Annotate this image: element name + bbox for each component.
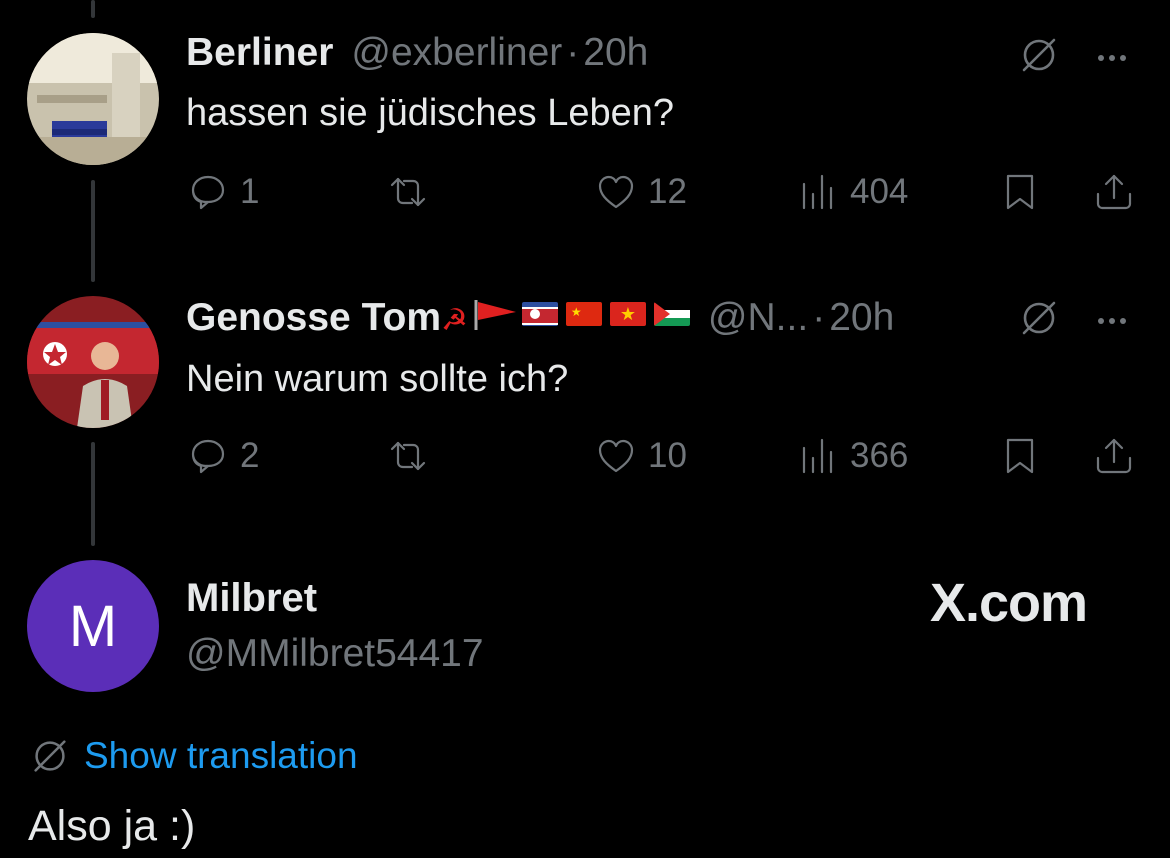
handle[interactable]: @MMilbret54417 bbox=[186, 632, 484, 676]
handle[interactable]: @exberliner bbox=[351, 31, 562, 75]
red-flag-icon bbox=[474, 300, 516, 330]
handle[interactable]: @N... bbox=[708, 296, 808, 340]
x-watermark: X.com bbox=[930, 573, 1088, 633]
tweet-berliner[interactable]: Berliner @exberliner · 20h hassen sie jü… bbox=[0, 0, 1170, 260]
view-count: 404 bbox=[850, 172, 909, 211]
reply-count: 1 bbox=[240, 172, 260, 211]
bookmark-button[interactable] bbox=[998, 170, 1042, 214]
reply-count: 2 bbox=[240, 436, 260, 475]
action-bar: 2 10 366 bbox=[186, 434, 1138, 482]
tweet-corner-actions bbox=[1016, 32, 1126, 83]
retweet-button[interactable] bbox=[386, 170, 430, 214]
share-icon bbox=[1096, 438, 1132, 474]
share-button[interactable] bbox=[1092, 170, 1136, 214]
tweet-header: Genosse Tom ☭ ★ ★ @N... · 20h bbox=[186, 294, 894, 340]
retweet-button[interactable] bbox=[386, 434, 430, 478]
name-emoji: ☭ bbox=[441, 304, 468, 337]
display-name[interactable]: Berliner bbox=[186, 31, 333, 75]
avatar[interactable]: M bbox=[27, 560, 159, 692]
display-name[interactable]: Milbret bbox=[186, 576, 317, 621]
more-icon[interactable] bbox=[1098, 317, 1126, 324]
translate-icon[interactable] bbox=[1016, 32, 1062, 83]
separator: · bbox=[812, 296, 826, 339]
like-icon bbox=[598, 175, 634, 209]
bookmark-icon bbox=[1006, 174, 1034, 210]
timestamp[interactable]: 20h bbox=[829, 296, 894, 340]
retweet-icon bbox=[390, 177, 426, 207]
translate-icon[interactable] bbox=[1016, 295, 1062, 346]
reply-icon bbox=[191, 175, 225, 210]
display-name[interactable]: Genosse Tom bbox=[186, 296, 441, 340]
share-button[interactable] bbox=[1092, 434, 1136, 478]
palestine-flag-icon bbox=[653, 302, 690, 326]
reply-button[interactable]: 1 bbox=[186, 170, 259, 214]
tweet-text: Also ja :) bbox=[28, 802, 196, 850]
tweet-text: hassen sie jüdisches Leben? bbox=[186, 92, 675, 134]
tweet-header: Berliner @exberliner · 20h bbox=[186, 31, 648, 75]
show-translation-row[interactable]: Show translation bbox=[28, 734, 358, 778]
like-icon bbox=[598, 439, 634, 473]
separator: · bbox=[566, 31, 580, 74]
views-icon bbox=[802, 174, 833, 210]
timestamp[interactable]: 20h bbox=[583, 31, 648, 75]
avatar[interactable] bbox=[27, 296, 159, 428]
like-count: 10 bbox=[648, 436, 687, 475]
main-tweet[interactable]: M Milbret @MMilbret54417 X.com Show tran… bbox=[0, 548, 1170, 858]
action-bar: 1 12 404 bbox=[186, 170, 1138, 218]
retweet-icon bbox=[390, 441, 426, 471]
north-korea-flag-icon bbox=[521, 302, 558, 326]
share-icon bbox=[1096, 174, 1132, 210]
vietnam-flag-icon: ★ bbox=[609, 302, 646, 326]
more-icon[interactable] bbox=[1098, 54, 1126, 61]
show-translation-link[interactable]: Show translation bbox=[84, 735, 358, 777]
reply-icon bbox=[191, 439, 225, 474]
china-flag-icon: ★ bbox=[565, 302, 602, 326]
like-button[interactable]: 12 bbox=[594, 170, 687, 214]
emoji-flags: ★ ★ bbox=[472, 294, 694, 334]
views-button[interactable]: 404 bbox=[796, 170, 908, 214]
views-button[interactable]: 366 bbox=[796, 434, 908, 478]
like-button[interactable]: 10 bbox=[594, 434, 687, 478]
avatar-letter: M bbox=[68, 593, 118, 659]
view-count: 366 bbox=[850, 436, 909, 475]
tweet-text: Nein warum sollte ich? bbox=[186, 358, 569, 400]
tweet-genosse-tom[interactable]: Genosse Tom ☭ ★ ★ @N... · 20h Nein warum… bbox=[0, 262, 1170, 522]
bookmark-button[interactable] bbox=[998, 434, 1042, 478]
like-count: 12 bbox=[648, 172, 687, 211]
reply-button[interactable]: 2 bbox=[186, 434, 259, 478]
avatar[interactable] bbox=[27, 33, 159, 165]
translate-icon bbox=[28, 734, 72, 778]
bookmark-icon bbox=[1006, 438, 1034, 474]
views-icon bbox=[802, 438, 833, 474]
tweet-corner-actions bbox=[1016, 295, 1126, 346]
